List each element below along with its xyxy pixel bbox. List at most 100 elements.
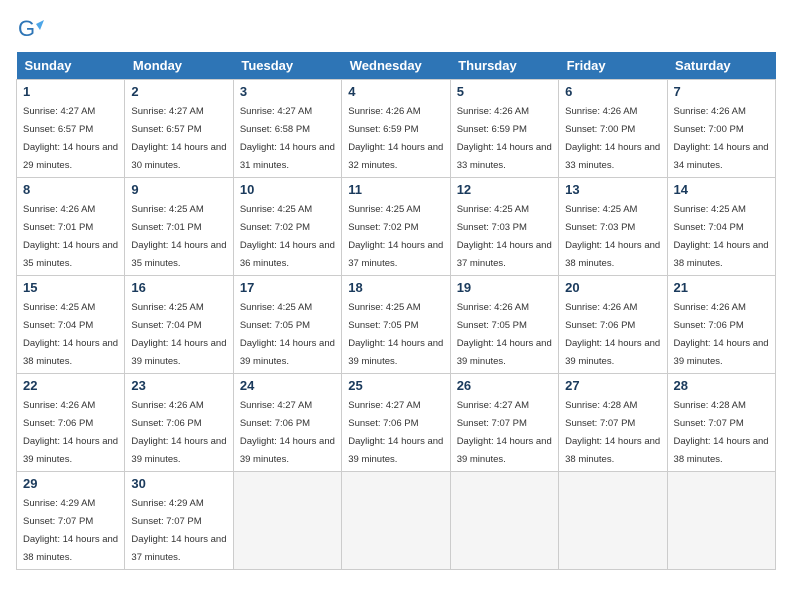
header-tuesday: Tuesday bbox=[233, 52, 341, 80]
day-info: Sunrise: 4:26 AMSunset: 7:05 PMDaylight:… bbox=[457, 302, 552, 367]
day-cell-30: 30 Sunrise: 4:29 AMSunset: 7:07 PMDaylig… bbox=[125, 472, 233, 570]
day-number: 5 bbox=[457, 84, 552, 99]
day-cell-13: 13 Sunrise: 4:25 AMSunset: 7:03 PMDaylig… bbox=[559, 178, 667, 276]
day-cell-3: 3 Sunrise: 4:27 AMSunset: 6:58 PMDayligh… bbox=[233, 80, 341, 178]
day-info: Sunrise: 4:26 AMSunset: 7:00 PMDaylight:… bbox=[674, 106, 769, 171]
day-info: Sunrise: 4:27 AMSunset: 6:57 PMDaylight:… bbox=[23, 106, 118, 171]
day-cell-9: 9 Sunrise: 4:25 AMSunset: 7:01 PMDayligh… bbox=[125, 178, 233, 276]
header-thursday: Thursday bbox=[450, 52, 558, 80]
header: G bbox=[16, 16, 776, 44]
day-cell-10: 10 Sunrise: 4:25 AMSunset: 7:02 PMDaylig… bbox=[233, 178, 341, 276]
calendar-week-3: 15 Sunrise: 4:25 AMSunset: 7:04 PMDaylig… bbox=[17, 276, 776, 374]
day-cell-20: 20 Sunrise: 4:26 AMSunset: 7:06 PMDaylig… bbox=[559, 276, 667, 374]
day-info: Sunrise: 4:27 AMSunset: 7:06 PMDaylight:… bbox=[348, 400, 443, 465]
day-info: Sunrise: 4:25 AMSunset: 7:04 PMDaylight:… bbox=[23, 302, 118, 367]
day-cell-26: 26 Sunrise: 4:27 AMSunset: 7:07 PMDaylig… bbox=[450, 374, 558, 472]
day-number: 17 bbox=[240, 280, 335, 295]
day-number: 7 bbox=[674, 84, 769, 99]
svg-text:G: G bbox=[18, 16, 35, 41]
day-info: Sunrise: 4:26 AMSunset: 7:06 PMDaylight:… bbox=[131, 400, 226, 465]
day-info: Sunrise: 4:25 AMSunset: 7:05 PMDaylight:… bbox=[240, 302, 335, 367]
calendar-week-4: 22 Sunrise: 4:26 AMSunset: 7:06 PMDaylig… bbox=[17, 374, 776, 472]
logo-icon: G bbox=[16, 16, 44, 44]
day-info: Sunrise: 4:28 AMSunset: 7:07 PMDaylight:… bbox=[565, 400, 660, 465]
day-cell-16: 16 Sunrise: 4:25 AMSunset: 7:04 PMDaylig… bbox=[125, 276, 233, 374]
day-cell-8: 8 Sunrise: 4:26 AMSunset: 7:01 PMDayligh… bbox=[17, 178, 125, 276]
day-info: Sunrise: 4:26 AMSunset: 7:06 PMDaylight:… bbox=[565, 302, 660, 367]
day-cell-23: 23 Sunrise: 4:26 AMSunset: 7:06 PMDaylig… bbox=[125, 374, 233, 472]
day-number: 20 bbox=[565, 280, 660, 295]
day-info: Sunrise: 4:26 AMSunset: 7:06 PMDaylight:… bbox=[674, 302, 769, 367]
day-number: 2 bbox=[131, 84, 226, 99]
day-cell-22: 22 Sunrise: 4:26 AMSunset: 7:06 PMDaylig… bbox=[17, 374, 125, 472]
day-info: Sunrise: 4:25 AMSunset: 7:05 PMDaylight:… bbox=[348, 302, 443, 367]
day-info: Sunrise: 4:25 AMSunset: 7:03 PMDaylight:… bbox=[565, 204, 660, 269]
day-cell-4: 4 Sunrise: 4:26 AMSunset: 6:59 PMDayligh… bbox=[342, 80, 450, 178]
day-cell-5: 5 Sunrise: 4:26 AMSunset: 6:59 PMDayligh… bbox=[450, 80, 558, 178]
day-cell-6: 6 Sunrise: 4:26 AMSunset: 7:00 PMDayligh… bbox=[559, 80, 667, 178]
day-cell-21: 21 Sunrise: 4:26 AMSunset: 7:06 PMDaylig… bbox=[667, 276, 775, 374]
day-info: Sunrise: 4:26 AMSunset: 7:06 PMDaylight:… bbox=[23, 400, 118, 465]
day-info: Sunrise: 4:25 AMSunset: 7:04 PMDaylight:… bbox=[131, 302, 226, 367]
empty-cell bbox=[233, 472, 341, 570]
day-number: 1 bbox=[23, 84, 118, 99]
day-cell-12: 12 Sunrise: 4:25 AMSunset: 7:03 PMDaylig… bbox=[450, 178, 558, 276]
day-cell-29: 29 Sunrise: 4:29 AMSunset: 7:07 PMDaylig… bbox=[17, 472, 125, 570]
empty-cell bbox=[667, 472, 775, 570]
day-number: 26 bbox=[457, 378, 552, 393]
day-number: 21 bbox=[674, 280, 769, 295]
day-number: 15 bbox=[23, 280, 118, 295]
day-cell-1: 1 Sunrise: 4:27 AMSunset: 6:57 PMDayligh… bbox=[17, 80, 125, 178]
day-number: 19 bbox=[457, 280, 552, 295]
day-cell-2: 2 Sunrise: 4:27 AMSunset: 6:57 PMDayligh… bbox=[125, 80, 233, 178]
day-number: 24 bbox=[240, 378, 335, 393]
day-number: 10 bbox=[240, 182, 335, 197]
header-monday: Monday bbox=[125, 52, 233, 80]
day-cell-7: 7 Sunrise: 4:26 AMSunset: 7:00 PMDayligh… bbox=[667, 80, 775, 178]
day-cell-24: 24 Sunrise: 4:27 AMSunset: 7:06 PMDaylig… bbox=[233, 374, 341, 472]
day-cell-25: 25 Sunrise: 4:27 AMSunset: 7:06 PMDaylig… bbox=[342, 374, 450, 472]
calendar-week-5: 29 Sunrise: 4:29 AMSunset: 7:07 PMDaylig… bbox=[17, 472, 776, 570]
day-info: Sunrise: 4:25 AMSunset: 7:04 PMDaylight:… bbox=[674, 204, 769, 269]
day-info: Sunrise: 4:25 AMSunset: 7:02 PMDaylight:… bbox=[240, 204, 335, 269]
day-info: Sunrise: 4:27 AMSunset: 7:06 PMDaylight:… bbox=[240, 400, 335, 465]
calendar-week-2: 8 Sunrise: 4:26 AMSunset: 7:01 PMDayligh… bbox=[17, 178, 776, 276]
day-number: 18 bbox=[348, 280, 443, 295]
day-info: Sunrise: 4:25 AMSunset: 7:01 PMDaylight:… bbox=[131, 204, 226, 269]
day-number: 3 bbox=[240, 84, 335, 99]
day-cell-14: 14 Sunrise: 4:25 AMSunset: 7:04 PMDaylig… bbox=[667, 178, 775, 276]
day-number: 14 bbox=[674, 182, 769, 197]
day-cell-17: 17 Sunrise: 4:25 AMSunset: 7:05 PMDaylig… bbox=[233, 276, 341, 374]
header-sunday: Sunday bbox=[17, 52, 125, 80]
day-number: 12 bbox=[457, 182, 552, 197]
day-number: 23 bbox=[131, 378, 226, 393]
day-number: 6 bbox=[565, 84, 660, 99]
day-info: Sunrise: 4:27 AMSunset: 7:07 PMDaylight:… bbox=[457, 400, 552, 465]
day-number: 25 bbox=[348, 378, 443, 393]
day-number: 13 bbox=[565, 182, 660, 197]
calendar-table: Sunday Monday Tuesday Wednesday Thursday… bbox=[16, 52, 776, 570]
empty-cell bbox=[342, 472, 450, 570]
weekday-header-row: Sunday Monday Tuesday Wednesday Thursday… bbox=[17, 52, 776, 80]
day-cell-28: 28 Sunrise: 4:28 AMSunset: 7:07 PMDaylig… bbox=[667, 374, 775, 472]
day-info: Sunrise: 4:25 AMSunset: 7:03 PMDaylight:… bbox=[457, 204, 552, 269]
day-cell-18: 18 Sunrise: 4:25 AMSunset: 7:05 PMDaylig… bbox=[342, 276, 450, 374]
day-number: 22 bbox=[23, 378, 118, 393]
day-number: 9 bbox=[131, 182, 226, 197]
day-info: Sunrise: 4:26 AMSunset: 6:59 PMDaylight:… bbox=[348, 106, 443, 171]
day-info: Sunrise: 4:29 AMSunset: 7:07 PMDaylight:… bbox=[23, 498, 118, 563]
day-info: Sunrise: 4:26 AMSunset: 6:59 PMDaylight:… bbox=[457, 106, 552, 171]
day-cell-19: 19 Sunrise: 4:26 AMSunset: 7:05 PMDaylig… bbox=[450, 276, 558, 374]
day-cell-11: 11 Sunrise: 4:25 AMSunset: 7:02 PMDaylig… bbox=[342, 178, 450, 276]
day-cell-15: 15 Sunrise: 4:25 AMSunset: 7:04 PMDaylig… bbox=[17, 276, 125, 374]
day-number: 29 bbox=[23, 476, 118, 491]
calendar-week-1: 1 Sunrise: 4:27 AMSunset: 6:57 PMDayligh… bbox=[17, 80, 776, 178]
empty-cell bbox=[450, 472, 558, 570]
day-info: Sunrise: 4:29 AMSunset: 7:07 PMDaylight:… bbox=[131, 498, 226, 563]
header-friday: Friday bbox=[559, 52, 667, 80]
day-number: 8 bbox=[23, 182, 118, 197]
day-cell-27: 27 Sunrise: 4:28 AMSunset: 7:07 PMDaylig… bbox=[559, 374, 667, 472]
day-number: 11 bbox=[348, 182, 443, 197]
header-saturday: Saturday bbox=[667, 52, 775, 80]
day-number: 30 bbox=[131, 476, 226, 491]
